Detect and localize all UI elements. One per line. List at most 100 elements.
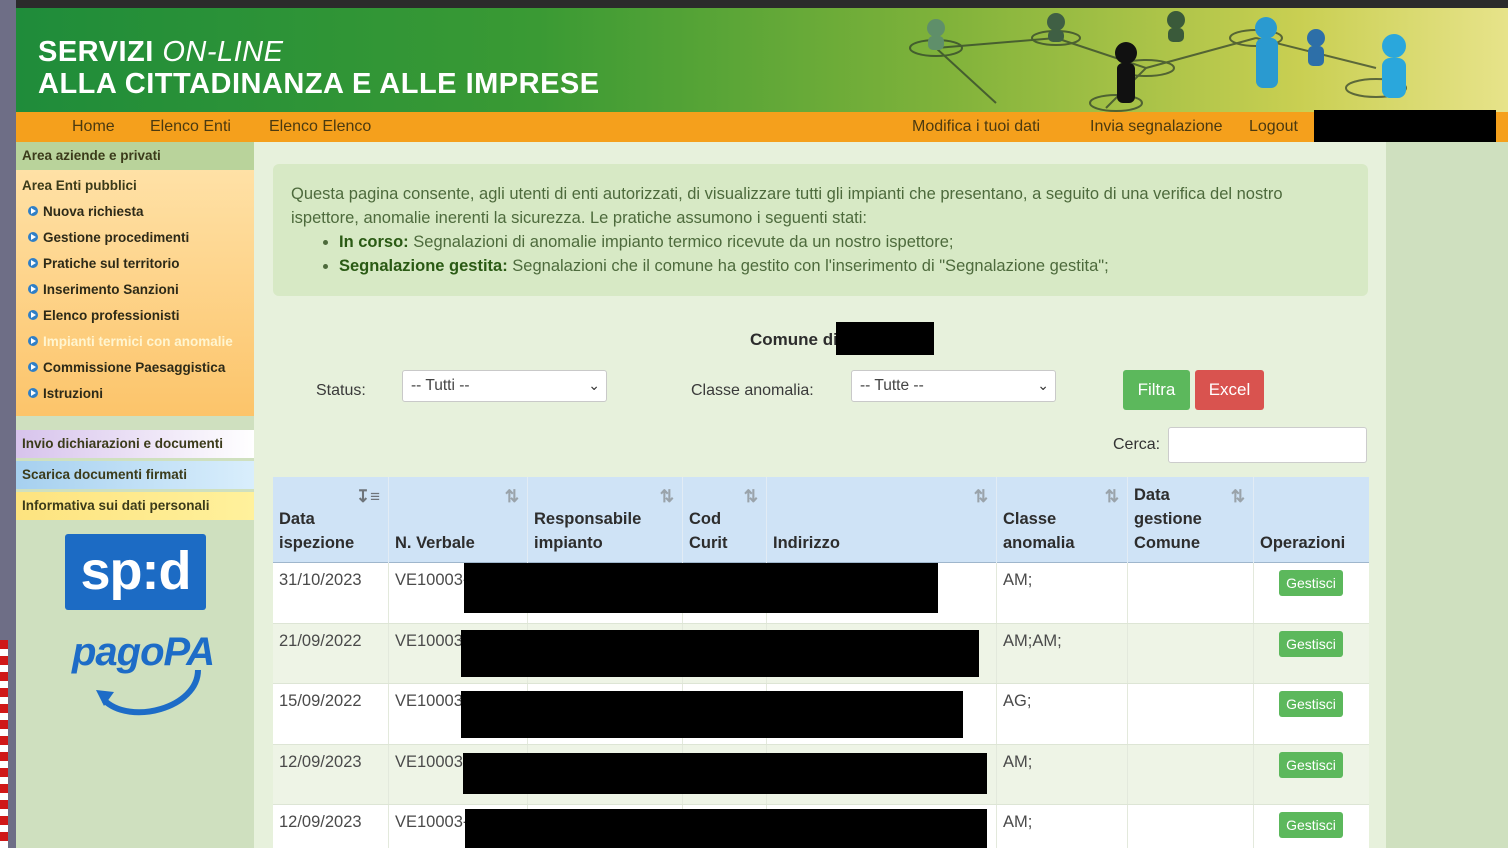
- top-border: [0, 0, 1508, 8]
- nav-elenco-enti[interactable]: Elenco Enti: [150, 118, 231, 136]
- arrow-bullet-icon: [28, 284, 38, 294]
- header-label: Indirizzo: [773, 534, 840, 552]
- filtra-button[interactable]: Filtra: [1123, 370, 1190, 410]
- gestisci-button[interactable]: Gestisci: [1279, 751, 1343, 778]
- table-row: 12/09/2023 VE10003- AM; Gestisci: [273, 805, 1369, 848]
- nav-home[interactable]: Home: [72, 118, 115, 136]
- sidebar-invio-dichiarazioni[interactable]: Invio dichiarazioni e documenti: [16, 430, 254, 458]
- sidebar-item-label: Nuova richiesta: [43, 203, 144, 219]
- col-operazioni: Operazioni: [1254, 477, 1369, 563]
- arrow-bullet-icon: [28, 206, 38, 216]
- gestisci-button[interactable]: Gestisci: [1279, 691, 1343, 717]
- sidebar-item-commissione-paesaggistica[interactable]: Commissione Paesaggistica: [16, 354, 254, 380]
- col-data-gestione-comune[interactable]: Data gestione Comune ⇅: [1128, 477, 1254, 563]
- cell-classe-anomalia: AG;: [997, 684, 1128, 744]
- right-margin: [1386, 142, 1508, 848]
- info-bullet-text: Segnalazioni di anomalie impianto termic…: [408, 233, 954, 251]
- redacted-block: [463, 752, 987, 794]
- sort-icon[interactable]: ⇅: [505, 485, 519, 509]
- header-line: ispezione: [279, 534, 355, 552]
- nav-invia-segnalazione[interactable]: Invia segnalazione: [1090, 118, 1223, 136]
- gestisci-button[interactable]: Gestisci: [1279, 570, 1343, 596]
- info-bullet-label: In corso:: [339, 233, 409, 251]
- cell-classe-anomalia: AM;: [997, 563, 1128, 623]
- sidebar-scarica-documenti[interactable]: Scarica documenti firmati: [16, 461, 254, 489]
- sort-icon[interactable]: ⇅: [1231, 485, 1245, 509]
- nav-elenco-elenco[interactable]: Elenco Elenco: [269, 118, 371, 136]
- classe-anomalia-select[interactable]: -- Tutte -- ⌄: [851, 370, 1056, 402]
- header-line: Data: [279, 510, 315, 528]
- header-label: Responsabile impianto: [534, 507, 641, 555]
- table-row: 15/09/2022 VE10003 AG; Gestisci: [273, 684, 1369, 745]
- cell-classe-anomalia: AM;: [997, 744, 1128, 804]
- sidebar-item-nuova-richiesta[interactable]: Nuova richiesta: [16, 198, 254, 224]
- nav-modifica-dati[interactable]: Modifica i tuoi dati: [912, 118, 1040, 136]
- sidebar-item-elenco-professionisti[interactable]: Elenco professionisti: [16, 302, 254, 328]
- info-bullet-gestita: Segnalazione gestita: Segnalazioni che i…: [339, 254, 1350, 278]
- site-header: SERVIZI ON-LINE ALLA CITTADINANZA E ALLE…: [16, 8, 1508, 112]
- comune-label: Comune di: [750, 330, 838, 349]
- sidebar-item-label: Elenco professionisti: [43, 307, 180, 323]
- status-label: Status:: [316, 382, 366, 399]
- sidebar-item-pratiche-territorio[interactable]: Pratiche sul territorio: [16, 250, 254, 276]
- header-line: Comune: [1134, 534, 1200, 552]
- search-input[interactable]: [1168, 427, 1367, 463]
- header-label: Classe anomalia: [1003, 507, 1075, 555]
- header-label: Data gestione Comune: [1134, 483, 1202, 555]
- sidebar-item-label: Pratiche sul territorio: [43, 255, 180, 271]
- header-line: gestione: [1134, 510, 1202, 528]
- anomalie-table: Data ispezione ↧≡ N. Verbale ⇅ Responsabi…: [273, 477, 1369, 848]
- redacted-comune-name: [836, 322, 934, 355]
- col-classe-anomalia[interactable]: Classe anomalia ⇅: [997, 477, 1128, 563]
- header-label: Cod Curit: [689, 507, 728, 555]
- header-line: Responsabile: [534, 510, 642, 528]
- sidebar-item-gestione-procedimenti[interactable]: Gestione procedimenti: [16, 224, 254, 250]
- pagopa-arrow-icon: [96, 669, 201, 716]
- search-label: Cerca:: [1113, 436, 1161, 453]
- redacted-block: [464, 563, 938, 613]
- sidebar-item-inserimento-sanzioni[interactable]: Inserimento Sanzioni: [16, 276, 254, 302]
- sidebar-item-impianti-anomalie[interactable]: Impianti termici con anomalie: [16, 328, 254, 354]
- arrow-bullet-icon: [28, 388, 38, 398]
- redacted-block: [461, 691, 963, 738]
- col-n-verbale[interactable]: N. Verbale ⇅: [389, 477, 528, 563]
- status-select[interactable]: -- Tutti -- ⌄: [402, 370, 607, 402]
- cell-data-ispezione: 12/09/2023: [273, 805, 389, 848]
- cell-data-gestione: [1128, 744, 1254, 804]
- excel-button[interactable]: Excel: [1195, 370, 1264, 410]
- classe-select-value: -- Tutte --: [860, 377, 924, 394]
- sort-icon[interactable]: ⇅: [660, 485, 674, 509]
- sidebar-area-aziende[interactable]: Area aziende e privati: [16, 142, 254, 170]
- nav-logout[interactable]: Logout: [1249, 118, 1298, 136]
- info-bullet-in-corso: In corso: Segnalazioni di anomalie impia…: [339, 230, 1350, 254]
- redacted-username: [1314, 110, 1496, 144]
- title-online: ON-LINE: [162, 36, 284, 68]
- gestisci-button[interactable]: Gestisci: [1279, 630, 1343, 657]
- header-line: Curit: [689, 534, 728, 552]
- site-title-line2: ALLA CITTADINANZA E ALLE IMPRESE: [38, 68, 600, 100]
- sort-icon[interactable]: ⇅: [744, 485, 758, 509]
- table-row: 31/10/2023 VE10003- AM; Gestisci: [273, 563, 1369, 624]
- sidebar-area-enti[interactable]: Area Enti pubblici: [16, 170, 254, 198]
- status-select-value: -- Tutti --: [411, 377, 470, 394]
- col-cod-curit[interactable]: Cod Curit ⇅: [683, 477, 767, 563]
- col-responsabile-impianto[interactable]: Responsabile impianto ⇅: [528, 477, 683, 563]
- sidebar-informativa[interactable]: Informativa sui dati personali: [16, 492, 254, 520]
- cell-data-gestione: [1128, 805, 1254, 848]
- col-data-ispezione[interactable]: Data ispezione ↧≡: [273, 477, 389, 563]
- sort-icon[interactable]: ⇅: [974, 485, 988, 509]
- gestisci-button[interactable]: Gestisci: [1279, 812, 1343, 838]
- spid-logo[interactable]: sp:d: [65, 534, 206, 610]
- arrow-bullet-icon: [28, 232, 38, 242]
- redacted-block: [465, 809, 987, 848]
- sort-icon[interactable]: ⇅: [1105, 485, 1119, 509]
- sort-desc-icon[interactable]: ↧≡: [356, 485, 380, 509]
- sidebar-item-label: Commissione Paesaggistica: [43, 359, 226, 375]
- pagopa-logo[interactable]: pagoPA: [70, 630, 215, 722]
- sidebar-item-istruzioni[interactable]: Istruzioni: [16, 380, 254, 406]
- info-box: Questa pagina consente, agli utenti di e…: [273, 164, 1368, 296]
- col-indirizzo[interactable]: Indirizzo ⇅: [767, 477, 997, 563]
- title-servizi: SERVIZI: [38, 36, 154, 68]
- info-status-list: In corso: Segnalazioni di anomalie impia…: [339, 230, 1350, 278]
- arrow-bullet-icon: [28, 336, 38, 346]
